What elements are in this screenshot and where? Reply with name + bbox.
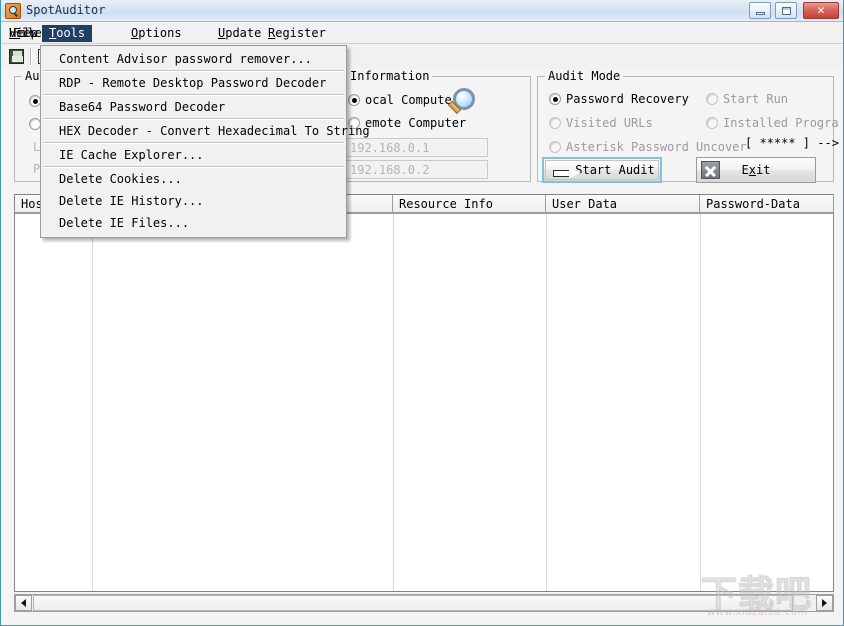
radio-installed-programs[interactable]: Installed Progra xyxy=(706,117,839,130)
menu-rdp-password-decoder[interactable]: RDP - Remote Desktop Password Decoder xyxy=(41,72,346,94)
column-header-resource-info[interactable]: Resource Info xyxy=(393,195,546,213)
listview-body[interactable] xyxy=(15,214,833,591)
menu-hex-decoder[interactable]: HEX Decoder - Convert Hexadecimal To Str… xyxy=(41,120,370,142)
start-audit-label: Start Audit xyxy=(575,163,655,177)
menu-delete-ie-history[interactable]: Delete IE History... xyxy=(41,190,346,212)
scrollbar-thumb[interactable] xyxy=(33,595,793,611)
exit-button[interactable]: Exit xyxy=(696,157,816,183)
radio-local-computer[interactable]: ocal Computer xyxy=(348,94,459,107)
menu-item-tools[interactable]: Tools xyxy=(42,25,93,42)
menu-delete-ie-files[interactable]: Delete IE Files... xyxy=(41,212,346,234)
save-button[interactable] xyxy=(7,47,27,66)
column-header-user-data[interactable]: User Data xyxy=(546,195,700,213)
scroll-right-arrow-icon[interactable] xyxy=(816,595,833,611)
listview-column-divider xyxy=(92,214,93,591)
menu-delete-cookies[interactable]: Delete Cookies... xyxy=(41,168,346,190)
menu-bar: File Tools View Options Help Update Regi… xyxy=(2,23,843,44)
listview-column-divider xyxy=(393,214,394,591)
scroll-left-arrow-icon[interactable] xyxy=(15,595,32,611)
toolbar-separator xyxy=(30,48,32,65)
information-groupbox-title: Information xyxy=(347,69,433,83)
application-window: SpotAuditor ✕ File Tools View Options He… xyxy=(0,0,844,626)
menu-ie-cache-explorer[interactable]: IE Cache Explorer... xyxy=(41,144,346,166)
menu-item-options[interactable]: Options xyxy=(124,25,189,42)
results-listview[interactable]: Host Resource Info User Data Password-Da… xyxy=(14,194,834,592)
minimize-button[interactable] xyxy=(749,2,771,19)
minimize-icon xyxy=(750,3,770,18)
app-icon xyxy=(5,3,21,19)
remote-ip-field[interactable]: 192.168.0.2 xyxy=(346,160,488,179)
asterisk-hint-label: [ ***** ] --> xyxy=(745,136,839,150)
magnifier-icon xyxy=(444,88,480,124)
close-icon: ✕ xyxy=(817,3,825,18)
save-icon xyxy=(9,49,24,64)
right-arrow-icon xyxy=(553,167,583,180)
radio-visited-urls[interactable]: Visited URLs xyxy=(549,117,653,130)
exit-label: Exit xyxy=(741,163,771,177)
tools-dropdown-menu: Content Advisor password remover... RDP … xyxy=(40,45,370,238)
radio-asterisk-password-uncover[interactable]: Asterisk Password Uncover xyxy=(549,141,747,154)
menu-item-update[interactable]: Update xyxy=(211,25,268,42)
radio-start-run[interactable]: Start Run xyxy=(706,93,788,106)
start-audit-button[interactable]: Start Audit xyxy=(542,157,662,183)
listview-column-divider xyxy=(700,214,701,591)
horizontal-scrollbar[interactable] xyxy=(14,594,834,612)
local-ip-field[interactable]: 192.168.0.1 xyxy=(346,138,488,157)
column-header-password-data[interactable]: Password-Data xyxy=(700,195,834,213)
listview-column-divider xyxy=(546,214,547,591)
menu-content-advisor-password-remover[interactable]: Content Advisor password remover... xyxy=(41,48,346,70)
menu-item-help[interactable]: Help xyxy=(2,25,45,42)
close-x-icon xyxy=(701,161,720,179)
menu-item-register[interactable]: Register xyxy=(261,25,333,42)
maximize-button[interactable] xyxy=(775,2,797,19)
title-bar: SpotAuditor ✕ xyxy=(1,0,843,22)
radio-password-recovery[interactable]: Password Recovery xyxy=(549,93,689,106)
audit-mode-groupbox-title: Audit Mode xyxy=(545,69,624,83)
window-title: SpotAuditor xyxy=(26,3,106,17)
maximize-icon xyxy=(776,3,796,18)
menu-base64-password-decoder[interactable]: Base64 Password Decoder xyxy=(41,96,346,118)
close-button[interactable]: ✕ xyxy=(803,2,839,19)
